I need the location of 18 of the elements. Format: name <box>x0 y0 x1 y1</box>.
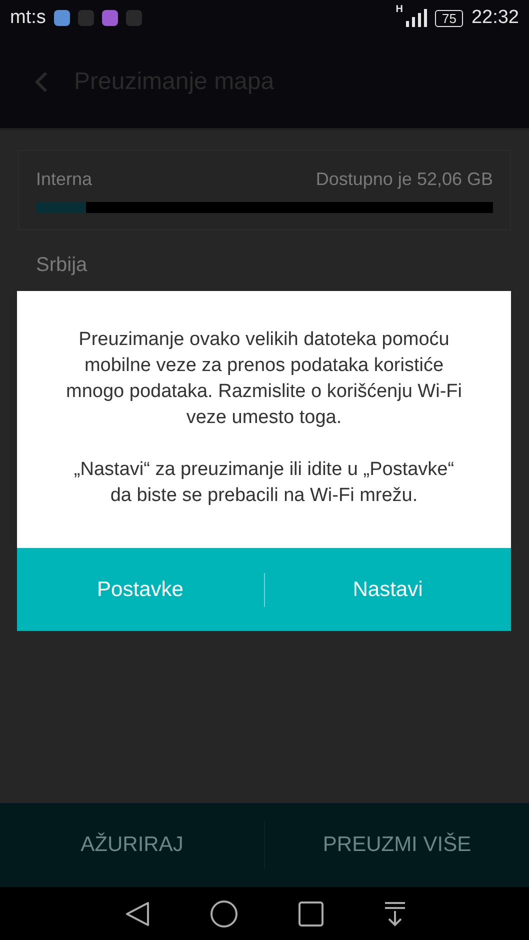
dialog-message: „Nastavi“ za preuzimanje ili idite u „Postavke“ da biste se prebacili na Wi-Fi mrežu. <box>72 458 456 508</box>
storage-label: Interna <box>36 169 92 190</box>
notification-shade-icon[interactable] <box>384 900 406 926</box>
home-icon[interactable] <box>210 900 238 928</box>
action-button[interactable]: PREUZMI VIŠE <box>265 803 529 887</box>
action-button[interactable]: AŽURIRAJ <box>0 803 264 887</box>
battery-level: 75 <box>434 10 464 26</box>
recents-icon[interactable] <box>298 900 324 926</box>
clock: 22:32 <box>471 7 519 29</box>
back-icon[interactable] <box>124 900 150 926</box>
available-space: Dostupno je 52,06 GB <box>316 169 493 190</box>
carrier-name: mt:s <box>10 7 46 29</box>
network-type: H <box>396 4 403 15</box>
dialog-message: Preuzimanje ovako velikih datoteka pomoću mobilne veze za prenos podataka koristiće mnogo podataka. Razmislite o korišćenju Wi-Fi veze umesto toga. <box>65 328 463 430</box>
dialog-button[interactable]: Postavke <box>17 548 264 631</box>
signal-icon <box>404 9 427 27</box>
country-heading: Srbija <box>36 254 88 277</box>
dialog-button[interactable]: Nastavi <box>264 548 511 631</box>
